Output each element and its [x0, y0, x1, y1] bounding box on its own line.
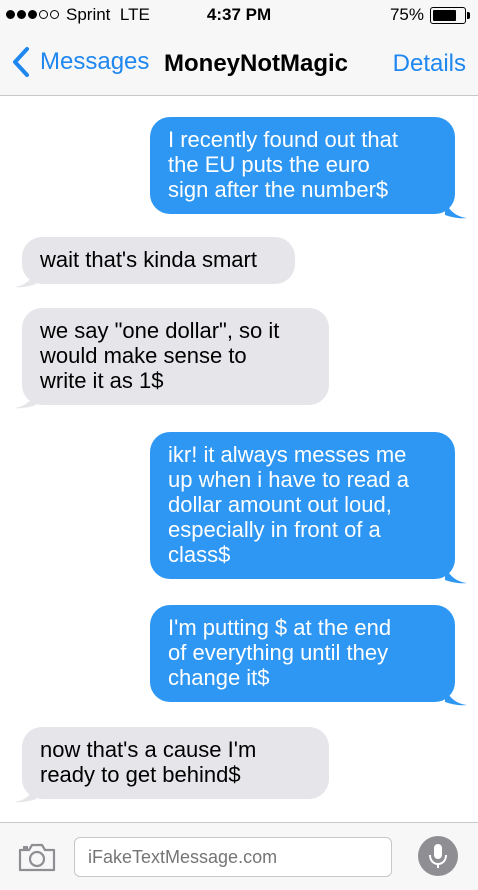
microphone-button[interactable]	[418, 836, 458, 876]
back-label: Messages	[40, 48, 150, 75]
battery-percentage: 75%	[389, 5, 424, 24]
message-bubble-received: wait that's kinda smart	[22, 237, 295, 284]
message-line: now that's a cause I'm	[40, 737, 257, 762]
message-line: would make sense to	[40, 343, 247, 368]
message-bubble-sent: I'm putting $ at the end of everything u…	[150, 605, 455, 702]
message-line: ikr! it always messes me	[168, 442, 407, 467]
bubble-tail-received	[14, 270, 36, 288]
message-line: I recently found out that	[168, 127, 398, 152]
message-line: especially in front of a	[168, 517, 381, 542]
message-line: of everything until they	[168, 640, 389, 665]
bubble-tail-sent	[445, 688, 467, 706]
message-line: the EU puts the euro	[168, 152, 370, 177]
message-line: I'm putting $ at the end	[168, 615, 392, 640]
nav-bar: Messages MoneyNotMagic Details	[0, 30, 478, 96]
status-bar: Sprint LTE 4:37 PM 75%	[0, 0, 478, 30]
message-line: up when i have to read a	[168, 467, 409, 492]
message-line: write it as 1$	[40, 368, 164, 393]
message-line: sign after the number$	[168, 177, 389, 202]
message-line: ready to get behind$	[40, 762, 241, 787]
message-bubble-sent: ikr! it always messes me up when i have …	[150, 432, 455, 579]
camera-icon[interactable]	[18, 842, 56, 872]
message-thread[interactable]: I recently found out that the EU puts th…	[0, 96, 478, 820]
message-bubble-received: now that's a cause I'm ready to get behi…	[22, 727, 329, 799]
microphone-icon	[429, 844, 447, 868]
message-line: dollar amount out loud,	[168, 492, 392, 517]
conversation-title: MoneyNotMagic	[164, 50, 349, 77]
bubble-tail-received	[14, 391, 36, 409]
details-button[interactable]: Details	[393, 50, 466, 78]
back-button[interactable]: Messages	[8, 44, 149, 80]
bubble-tail-sent	[445, 566, 467, 584]
message-line: we say "one dollar", so it	[40, 318, 280, 343]
battery-tip	[467, 12, 470, 19]
battery-icon	[430, 7, 466, 24]
compose-bar	[0, 822, 478, 890]
message-bubble-received: we say "one dollar", so it would make se…	[22, 308, 329, 405]
message-bubble-sent: I recently found out that the EU puts th…	[150, 117, 455, 214]
bubble-tail-sent	[445, 201, 467, 219]
message-input[interactable]	[74, 837, 392, 877]
bubble-tail-received	[14, 785, 36, 803]
message-line: change it$	[168, 665, 270, 690]
message-line: wait that's kinda smart	[40, 247, 257, 272]
message-line: class$	[168, 542, 231, 567]
chevron-left-icon	[13, 47, 29, 77]
